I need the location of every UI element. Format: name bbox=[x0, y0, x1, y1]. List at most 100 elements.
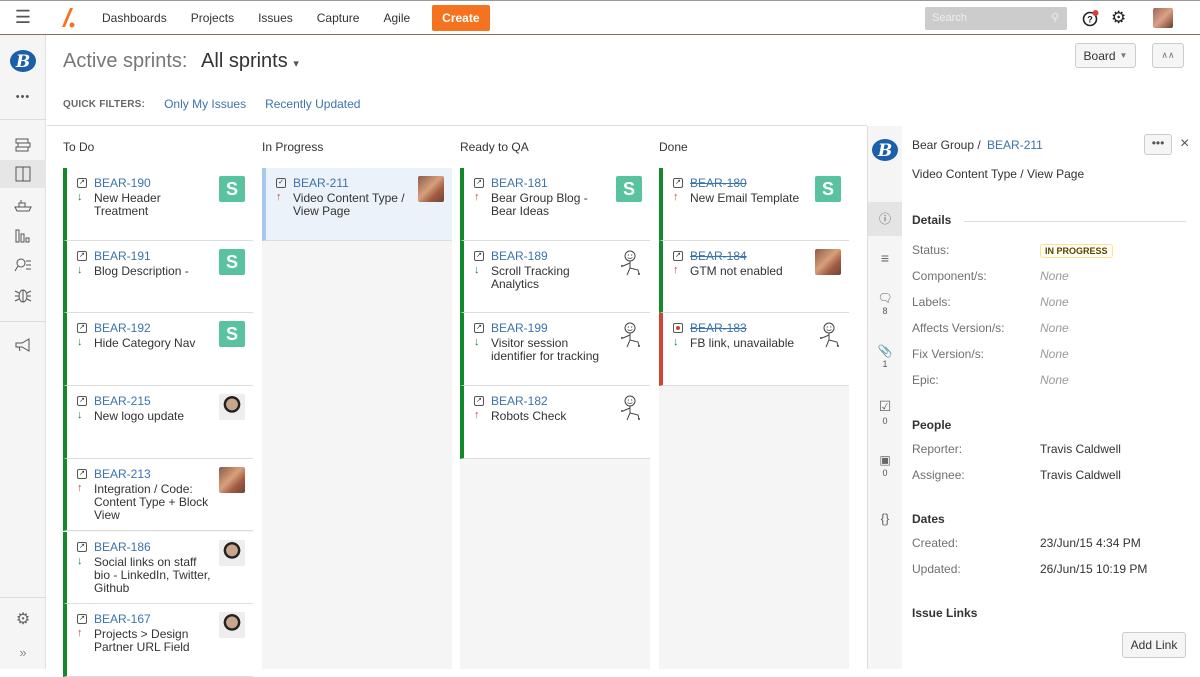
assignee-avatar bbox=[815, 248, 841, 275]
close-icon[interactable]: × bbox=[1180, 135, 1189, 153]
active-sprints-icon[interactable] bbox=[0, 160, 46, 188]
more-icon[interactable]: ••• bbox=[0, 83, 46, 111]
attachments-paperclip-icon[interactable]: 📎 1 bbox=[868, 344, 902, 369]
nav-capture[interactable]: Capture bbox=[317, 11, 360, 25]
feedback-megaphone-icon[interactable] bbox=[0, 331, 46, 359]
description-icon[interactable]: ≡ bbox=[868, 250, 902, 266]
nav-agile[interactable]: Agile bbox=[383, 11, 410, 25]
issue-card[interactable]: ↗ BEAR-189 ↓ Scroll Tracking Analytics bbox=[460, 240, 650, 314]
issue-key-link[interactable]: BEAR-211 bbox=[987, 138, 1043, 152]
issue-summary: Integration / Code: Content Type + Block… bbox=[94, 481, 209, 522]
assignee-value[interactable]: Travis Caldwell bbox=[1040, 468, 1121, 482]
issue-card[interactable]: ↗ BEAR-192 ↓ Hide Category Nav S bbox=[63, 313, 253, 387]
priority-low-arrow-down-icon: ↓ bbox=[673, 336, 679, 349]
issue-summary[interactable]: Video Content Type / View Page bbox=[912, 167, 1084, 181]
reports-icon[interactable] bbox=[0, 222, 46, 250]
issue-key[interactable]: BEAR-182 bbox=[491, 394, 548, 408]
issue-key[interactable]: BEAR-211 bbox=[293, 176, 349, 190]
field-value[interactable]: None bbox=[1040, 295, 1069, 309]
issue-card[interactable]: ↗ BEAR-184 ↑ GTM not enabled bbox=[659, 240, 849, 314]
project-logo-icon[interactable]: B bbox=[0, 47, 46, 75]
issue-summary: Blog Description - bbox=[94, 263, 189, 278]
issue-card[interactable]: ↗ BEAR-199 ↓ Visitor session identifier for… bbox=[460, 313, 650, 387]
add-link-button[interactable]: Add Link bbox=[1122, 632, 1186, 658]
column-body[interactable]: ↗ BEAR-180 ↑ New Email Template S ↗ BEAR-184 ↑ G… bbox=[659, 168, 849, 669]
issue-card[interactable]: ↗ BEAR-167 ↑ Projects > Design Partner URL … bbox=[63, 604, 253, 677]
project-sidebar: B ••• ⚙ » bbox=[0, 35, 46, 669]
issue-key[interactable]: BEAR-191 bbox=[94, 249, 151, 263]
issue-key[interactable]: BEAR-186 bbox=[94, 540, 151, 554]
story-type-icon: ↗ bbox=[77, 250, 87, 261]
issue-key[interactable]: BEAR-167 bbox=[94, 612, 151, 626]
issue-key[interactable]: BEAR-215 bbox=[94, 394, 151, 408]
issue-card[interactable]: ↗ BEAR-180 ↑ New Email Template S bbox=[659, 168, 849, 241]
priority-low-arrow-down-icon: ↓ bbox=[77, 336, 83, 349]
issue-key[interactable]: BEAR-189 bbox=[491, 249, 548, 263]
field-value[interactable]: None bbox=[1040, 269, 1069, 283]
nav-issues[interactable]: Issues bbox=[258, 11, 293, 25]
reporter-value[interactable]: Travis Caldwell bbox=[1040, 442, 1121, 456]
column-body[interactable]: ✓ BEAR-211 ↑ Video Content Type / View Page bbox=[262, 168, 452, 669]
issue-card[interactable]: ↗ BEAR-186 ↓ Social links on staff bio - Li… bbox=[63, 531, 253, 605]
issue-key[interactable]: BEAR-180 bbox=[690, 176, 747, 190]
breadcrumb-project[interactable]: Bear Group / bbox=[912, 138, 981, 152]
sprint-selector-label: All sprints bbox=[201, 50, 288, 72]
story-type-icon: ↗ bbox=[77, 323, 87, 334]
issue-summary: GTM not enabled bbox=[690, 263, 783, 278]
nav-projects[interactable]: Projects bbox=[191, 11, 234, 25]
more-actions-button[interactable]: ••• bbox=[1144, 134, 1172, 155]
issue-card[interactable]: BEAR-183 ↓ FB link, unavailable bbox=[659, 313, 849, 387]
issue-card[interactable]: ↗ BEAR-190 ↓ New Header Treatment S bbox=[63, 168, 253, 241]
code-braces-icon[interactable]: {} bbox=[868, 511, 902, 526]
comments-icon[interactable]: 🗨 8 bbox=[868, 291, 902, 316]
collapse-header-button[interactable]: ∧∧ bbox=[1152, 43, 1184, 68]
issue-key[interactable]: BEAR-184 bbox=[690, 249, 747, 263]
search-icon: ⚲ bbox=[1050, 12, 1059, 24]
issue-key[interactable]: BEAR-199 bbox=[491, 321, 548, 335]
project-settings-gear-icon[interactable]: ⚙ bbox=[0, 605, 46, 633]
column-body[interactable]: ↗ BEAR-181 ↑ Bear Group Blog - Bear Ideas S ↗… bbox=[460, 168, 650, 669]
issue-card[interactable]: ↗ BEAR-191 ↓ Blog Description - S bbox=[63, 240, 253, 314]
user-avatar[interactable] bbox=[1153, 8, 1173, 28]
status-badge[interactable]: IN PROGRESS bbox=[1040, 244, 1113, 258]
app-logo[interactable] bbox=[46, 7, 90, 29]
field-value[interactable]: None bbox=[1040, 373, 1069, 387]
issue-card[interactable]: ↗ BEAR-215 ↓ New logo update bbox=[63, 386, 253, 459]
filter-only-my-issues[interactable]: Only My Issues bbox=[164, 97, 246, 111]
issue-card[interactable]: ↗ BEAR-181 ↑ Bear Group Blog - Bear Ideas S bbox=[460, 168, 650, 241]
issue-summary: Visitor session identifier for tracking bbox=[491, 336, 600, 364]
issues-search-icon[interactable] bbox=[0, 251, 46, 279]
story-type-icon: ↗ bbox=[77, 541, 87, 552]
screenshot-camera-icon[interactable]: ▣ 0 bbox=[868, 453, 902, 478]
expand-sidebar-icon[interactable]: » bbox=[0, 638, 46, 666]
create-button[interactable]: Create bbox=[432, 4, 490, 31]
issue-key[interactable]: BEAR-183 bbox=[690, 321, 747, 335]
releases-ship-icon[interactable] bbox=[0, 192, 46, 220]
issue-key[interactable]: BEAR-192 bbox=[94, 321, 151, 335]
filter-recently-updated[interactable]: Recently Updated bbox=[265, 97, 360, 111]
issue-card[interactable]: ↗ BEAR-213 ↑ Integration / Code: Content Ty… bbox=[63, 458, 253, 532]
help-icon[interactable]: ? bbox=[1082, 9, 1100, 30]
priority-low-arrow-down-icon: ↓ bbox=[77, 191, 83, 203]
issue-key[interactable]: BEAR-213 bbox=[94, 467, 151, 481]
field-value[interactable]: None bbox=[1040, 347, 1069, 361]
search-input[interactable]: Search ⚲ bbox=[925, 7, 1067, 30]
settings-gear-icon[interactable]: ⚙ bbox=[1111, 8, 1126, 28]
issue-card[interactable]: ✓ BEAR-211 ↑ Video Content Type / View Page bbox=[262, 168, 452, 241]
issue-key[interactable]: BEAR-190 bbox=[94, 176, 151, 190]
backlog-icon[interactable] bbox=[0, 131, 46, 159]
bug-icon[interactable] bbox=[0, 281, 46, 309]
issue-card[interactable]: ↗ BEAR-182 ↑ Robots Check bbox=[460, 386, 650, 459]
column-body[interactable]: ↗ BEAR-190 ↓ New Header Treatment S ↗ BEAR-191… bbox=[63, 168, 253, 677]
issue-key[interactable]: BEAR-181 bbox=[491, 176, 548, 190]
subtasks-checkbox-icon[interactable]: ☑ 0 bbox=[868, 398, 902, 426]
column-header: In Progress bbox=[262, 140, 324, 154]
sprint-selector[interactable]: All sprints ▾ bbox=[201, 50, 299, 72]
svg-text:?: ? bbox=[1087, 15, 1093, 25]
page-title: Active sprints: All sprints ▾ bbox=[63, 50, 299, 73]
field-value[interactable]: None bbox=[1040, 321, 1069, 335]
details-info-icon[interactable]: ⓘ bbox=[868, 202, 902, 236]
menu-icon[interactable]: ☰ bbox=[0, 7, 46, 28]
nav-dashboards[interactable]: Dashboards bbox=[102, 11, 167, 25]
board-menu-button[interactable]: Board ▼ bbox=[1075, 43, 1136, 68]
